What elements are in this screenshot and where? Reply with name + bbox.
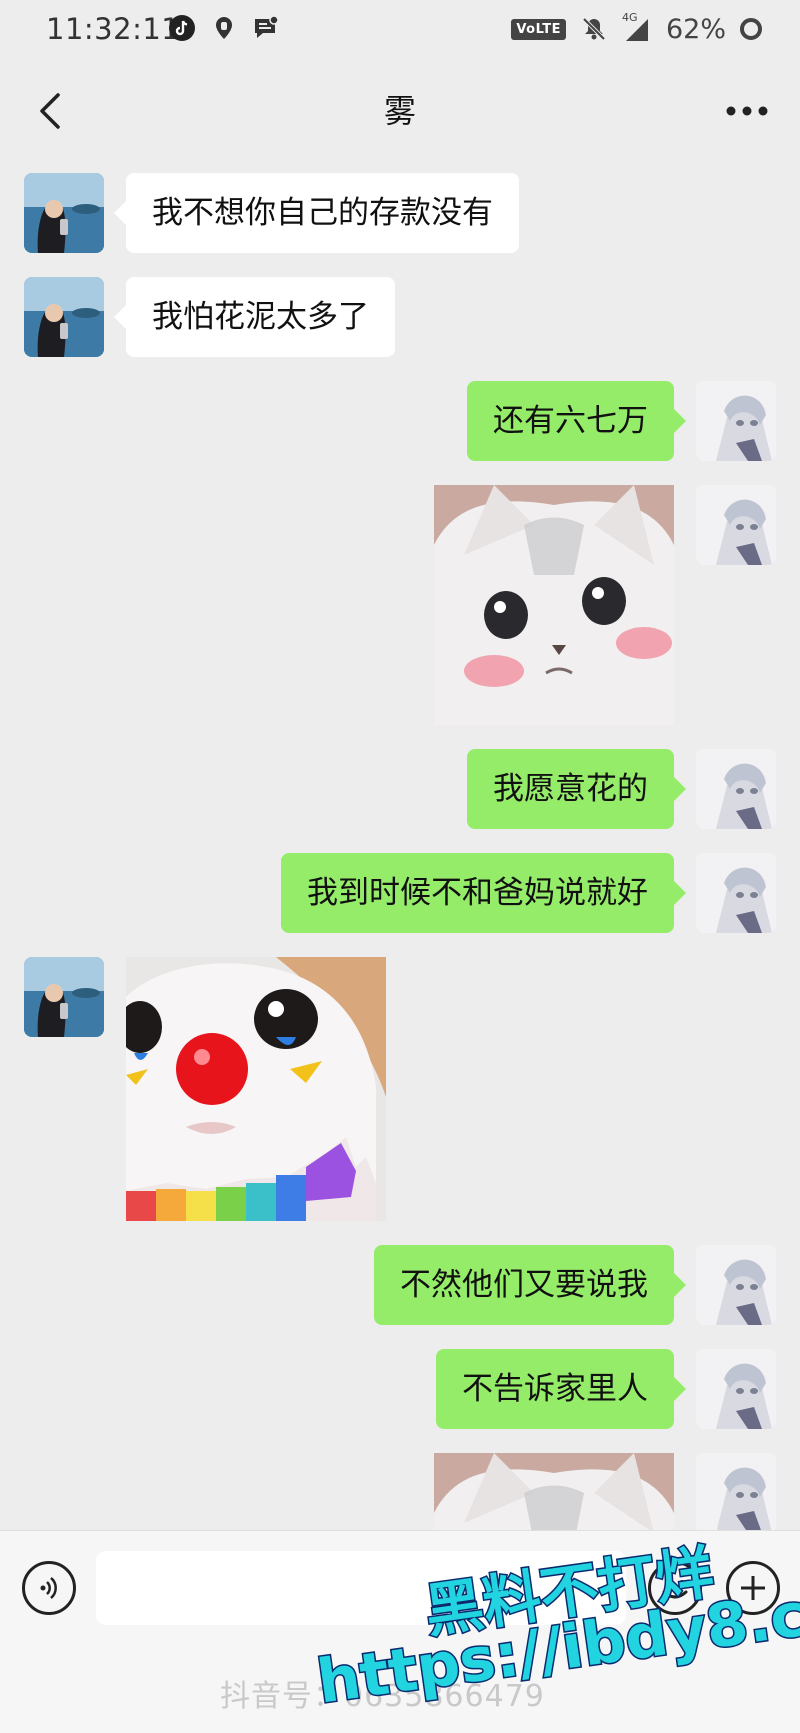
message-list[interactable]: 我不想你自己的存款没有 我怕花泥太多了 还有六七万 我愿意花的 我到时候不和爸妈… [0,160,800,1530]
message-bubble-outgoing[interactable]: 我到时候不和爸妈说就好 [281,853,686,933]
status-right: VoLTE 4G 62% [511,11,762,46]
status-time: 11:32:11 [46,12,181,46]
chat-header: 雾 [0,60,800,160]
self-avatar[interactable] [696,853,776,933]
self-avatar[interactable] [696,381,776,461]
blushing-cat-sticker[interactable] [434,485,674,725]
contact-avatar[interactable] [24,957,104,1037]
message-bubble-outgoing[interactable]: 还有六七万 [467,381,686,461]
volte-badge: VoLTE [511,18,566,40]
contact-avatar[interactable] [24,277,104,357]
voice-icon [40,1577,57,1599]
message-bubble-outgoing[interactable]: 不告诉家里人 [436,1349,686,1429]
self-avatar[interactable] [696,1245,776,1325]
message-bubble-incoming[interactable]: 我不想你自己的存款没有 [114,173,519,253]
voice-button[interactable] [22,1561,76,1615]
self-avatar[interactable] [696,1453,776,1530]
blushing-cat-sticker[interactable] [434,1453,674,1530]
status-bar: 11:32:11 VoLTE 4G 62% [0,0,800,58]
self-avatar[interactable] [696,1349,776,1429]
battery-percent: 62% [665,13,726,45]
message-notification-icon [255,15,279,38]
self-avatar[interactable] [696,485,776,565]
more-button[interactable] [716,88,778,134]
message-bubble-incoming[interactable]: 我怕花泥太多了 [114,277,395,357]
tiktok-icon [169,15,195,41]
mute-icon [582,17,606,41]
message-bubble-outgoing[interactable]: 不然他们又要说我 [374,1245,686,1325]
message-bubble-outgoing[interactable]: 我愿意花的 [467,749,686,829]
self-avatar[interactable] [696,749,776,829]
signal-icon: 4G [622,11,652,43]
more-dots-icon [726,106,768,116]
location-icon [216,17,232,39]
chat-title[interactable]: 雾 [0,86,800,132]
battery-icon [740,18,762,40]
clown-cat-sticker[interactable] [126,957,386,1221]
contact-avatar[interactable] [24,173,104,253]
